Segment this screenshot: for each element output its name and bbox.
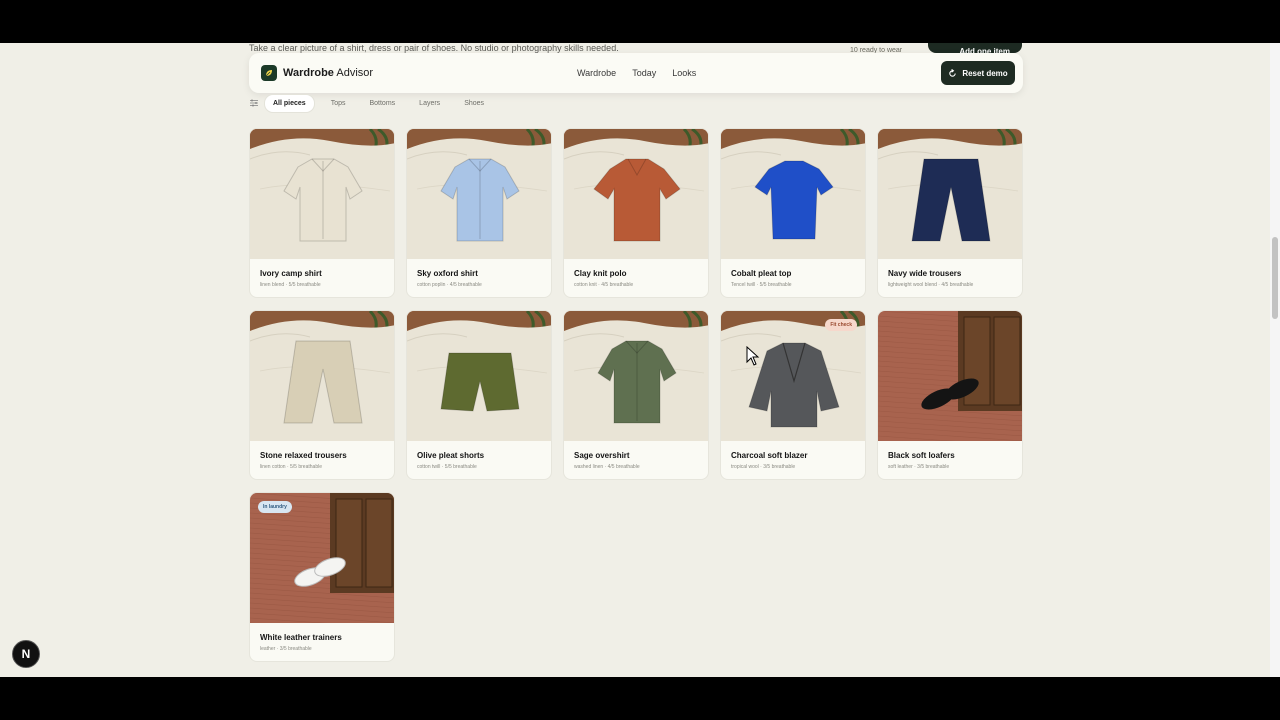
- intro-text: Take a clear picture of a shirt, dress o…: [249, 43, 619, 53]
- item-name: Cobalt pleat top: [731, 269, 792, 278]
- wardrobe-card[interactable]: Fit check Charcoal soft blazer tropical wo…: [720, 310, 866, 480]
- brand-name[interactable]: Wardrobe Advisor: [283, 67, 373, 79]
- brand-logo-icon[interactable]: [261, 65, 277, 81]
- item-meta: cotton twill · 5/5 breathable: [417, 464, 477, 470]
- item-photo[interactable]: [250, 129, 394, 259]
- reset-label: Reset demo: [962, 68, 1008, 78]
- mouse-cursor-icon: [746, 346, 760, 366]
- item-meta: cotton poplin · 4/5 breathable: [417, 282, 482, 288]
- item-name: Charcoal soft blazer: [731, 451, 808, 460]
- filter-chip-shoes[interactable]: Shoes: [456, 95, 492, 112]
- item-meta: soft leather · 3/5 breathable: [888, 464, 950, 470]
- item-name: Stone relaxed trousers: [260, 451, 347, 460]
- item-photo[interactable]: [407, 129, 551, 259]
- item-meta: tropical wool · 3/5 breathable: [731, 464, 796, 470]
- item-photo[interactable]: [564, 311, 708, 441]
- item-name: White leather trainers: [260, 633, 342, 642]
- scrollbar[interactable]: [1270, 43, 1280, 677]
- next-devtools-badge[interactable]: N: [12, 640, 40, 668]
- item-photo[interactable]: [250, 311, 394, 441]
- filter-chip-bottoms[interactable]: Bottoms: [361, 95, 403, 112]
- item-meta: lightweight wool blend · 4/5 breathable: [888, 282, 974, 288]
- item-name: Sky oxford shirt: [417, 269, 478, 278]
- wardrobe-card[interactable]: Stone relaxed trousers linen cotton · 5/5…: [249, 310, 395, 480]
- item-photo[interactable]: [721, 129, 865, 259]
- wardrobe-card[interactable]: Cobalt pleat top Tencel twill · 5/5 breat…: [720, 128, 866, 298]
- item-photo[interactable]: [564, 129, 708, 259]
- item-meta: Tencel twill · 5/5 breathable: [731, 282, 792, 288]
- nav-link-looks[interactable]: Looks: [672, 68, 696, 78]
- wardrobe-card[interactable]: Ivory camp shirt linen blend · 5/5 breath…: [249, 128, 395, 298]
- item-photo[interactable]: [407, 311, 551, 441]
- item-name: Black soft loafers: [888, 451, 955, 460]
- item-meta: cotton knit · 4/5 breathable: [574, 282, 634, 288]
- wardrobe-card[interactable]: In laundry White leather trainers leather …: [249, 492, 395, 662]
- status-badge: In laundry: [258, 501, 292, 513]
- nav-link-wardrobe[interactable]: Wardrobe: [577, 68, 616, 78]
- item-name: Clay knit polo: [574, 269, 627, 278]
- wardrobe-card[interactable]: Clay knit polo cotton knit · 4/5 breathab…: [563, 128, 709, 298]
- add-item-button[interactable]: Add one item: [928, 43, 1022, 53]
- filter-settings-icon[interactable]: [249, 98, 259, 108]
- item-meta: linen cotton · 5/5 breathable: [260, 464, 322, 470]
- item-name: Ivory camp shirt: [260, 269, 322, 278]
- item-photo[interactable]: [878, 311, 1022, 441]
- item-meta: leather · 3/5 breathable: [260, 646, 312, 652]
- reset-demo-button[interactable]: Reset demo: [941, 61, 1015, 85]
- wardrobe-card[interactable]: Olive pleat shorts cotton twill · 5/5 bre…: [406, 310, 552, 480]
- nav-link-today[interactable]: Today: [632, 68, 656, 78]
- wardrobe-card[interactable]: Black soft loafers soft leather · 3/5 bre…: [877, 310, 1023, 480]
- app-viewport: Take a clear picture of a shirt, dress o…: [0, 43, 1280, 677]
- item-photo[interactable]: [878, 129, 1022, 259]
- item-meta: washed linen · 4/5 breathable: [574, 464, 640, 470]
- scrollbar-thumb[interactable]: [1272, 237, 1278, 319]
- status-badge: Fit check: [825, 319, 857, 331]
- filter-chip-all[interactable]: All pieces: [264, 93, 315, 113]
- wardrobe-card[interactable]: Sage overshirt washed linen · 4/5 breatha…: [563, 310, 709, 480]
- item-name: Sage overshirt: [574, 451, 630, 460]
- filter-chip-layers[interactable]: Layers: [411, 95, 448, 112]
- nav-links: Wardrobe Today Looks: [577, 68, 696, 78]
- wardrobe-card[interactable]: Sky oxford shirt cotton poplin · 4/5 brea…: [406, 128, 552, 298]
- reset-icon: [949, 68, 957, 77]
- item-name: Olive pleat shorts: [417, 451, 485, 460]
- wardrobe-card[interactable]: Navy wide trousers lightweight wool blend…: [877, 128, 1023, 298]
- top-navbar: Wardrobe Advisor Wardrobe Today Looks Re…: [249, 53, 1023, 93]
- filter-chip-tops[interactable]: Tops: [323, 95, 354, 112]
- filter-bar: All pieces Tops Bottoms Layers Shoes: [249, 93, 500, 113]
- item-meta: linen blend · 5/5 breathable: [260, 282, 321, 288]
- item-name: Navy wide trousers: [888, 269, 962, 278]
